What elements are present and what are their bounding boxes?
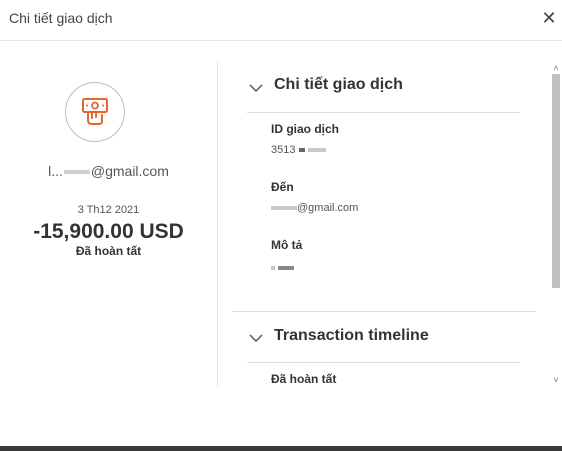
scroll-down-icon[interactable]: ˅ <box>550 374 562 386</box>
scroll-up-icon[interactable]: ˄ <box>550 62 562 74</box>
transaction-date: 3 Th12 2021 <box>77 204 140 216</box>
redaction-mask <box>271 266 275 271</box>
recipient-label: Đến <box>271 180 294 194</box>
redaction-mask <box>278 266 295 271</box>
scroll-thumb[interactable] <box>552 74 560 288</box>
counterparty-email: l... @gmail.com <box>0 163 217 179</box>
section-divider <box>232 311 536 312</box>
description-label: Mô tả <box>271 238 303 252</box>
redaction-mask <box>63 170 90 175</box>
chevron-down-icon[interactable] <box>248 330 264 346</box>
transaction-detail-dialog: Chi tiết giao dịch ✕ l... @gmail.com 3 Th… <box>0 0 562 451</box>
redaction-mask <box>271 206 297 211</box>
chevron-down-icon[interactable] <box>248 80 264 96</box>
dialog-title: Chi tiết giao dịch <box>9 10 113 26</box>
timeline-section-title: Transaction timeline <box>274 327 429 344</box>
section-divider <box>247 112 520 113</box>
email-suffix: @gmail.com <box>90 163 169 179</box>
dialog-header: Chi tiết giao dịch ✕ <box>0 0 562 41</box>
transaction-id-text: 3513 <box>271 144 296 156</box>
section-divider <box>247 362 520 363</box>
redaction-mask <box>307 148 326 153</box>
transaction-status: Đã hoàn tất <box>75 244 142 258</box>
details-section-title: Chi tiết giao dịch <box>274 76 403 93</box>
transaction-id-label: ID giao dịch <box>271 122 340 136</box>
transaction-amount: -15,900.00 USD <box>33 220 184 243</box>
bottom-strip <box>0 446 562 451</box>
details-section-header[interactable]: Chi tiết giao dịch <box>274 76 403 94</box>
recipient-value: @gmail.com <box>271 202 358 214</box>
details-panel: Chi tiết giao dịch ID giao dịch 3513 Đến… <box>218 62 550 386</box>
cash-payment-icon <box>65 82 125 142</box>
timeline-status: Đã hoàn tất <box>271 372 337 386</box>
details-scrollbar[interactable]: ˄ ˅ <box>550 62 562 386</box>
timeline-section-header[interactable]: Transaction timeline <box>274 327 429 345</box>
redaction-mask <box>298 148 305 153</box>
transaction-id-value: 3513 <box>271 144 326 156</box>
email-prefix: l... <box>48 163 63 179</box>
close-button[interactable]: ✕ <box>539 8 559 28</box>
recipient-email-suffix: @gmail.com <box>297 202 359 214</box>
transaction-summary: l... @gmail.com 3 Th12 2021 -15,900.00 US… <box>0 41 217 386</box>
description-value <box>271 262 295 274</box>
